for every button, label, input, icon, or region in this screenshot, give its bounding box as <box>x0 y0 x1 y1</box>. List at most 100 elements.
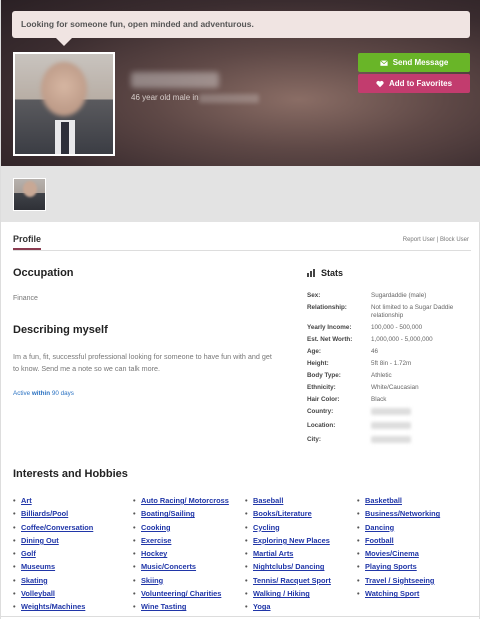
stat-value: Not limited to a Sugar Daddie relationsh… <box>371 304 454 319</box>
tagline-text: Looking for someone fun, open minded and… <box>21 19 254 29</box>
stat-label: Body Type: <box>307 372 341 379</box>
interests-column: BasketballBusiness/NetworkingDancingFoot… <box>357 494 472 600</box>
photo-tie <box>61 122 69 154</box>
interest-link[interactable]: Movies/Cinema <box>357 547 472 560</box>
blurred-location <box>199 94 259 103</box>
tab-divider <box>13 250 471 251</box>
activity-bold: within <box>31 390 51 397</box>
stat-value <box>371 408 411 418</box>
interests-column: Auto Racing/ MotorcrossBoating/SailingCo… <box>133 494 248 614</box>
blurred-username <box>131 72 219 88</box>
activity-suffix: 90 days <box>51 390 74 397</box>
describing-text: Im a fun, fit, successful professional l… <box>13 352 272 373</box>
interest-link[interactable]: Weights/Machines <box>13 600 128 613</box>
stat-value <box>371 436 411 446</box>
interest-link[interactable]: Museums <box>13 560 128 573</box>
block-user-link[interactable]: Block User <box>440 237 469 243</box>
interest-link[interactable]: Coffee/Conversation <box>13 521 128 534</box>
stat-value: 46 <box>371 348 379 355</box>
photo-thumbnail[interactable] <box>13 178 46 211</box>
interest-link[interactable]: Hockey <box>133 547 248 560</box>
interest-link[interactable]: Boating/Sailing <box>133 507 248 520</box>
stat-value: Sugardaddie (male) <box>371 292 427 299</box>
report-links: Report User | Block User <box>403 237 469 243</box>
interest-link[interactable]: Exploring New Places <box>245 534 360 547</box>
report-user-link[interactable]: Report User <box>403 237 435 243</box>
stat-value: Athletic <box>371 372 392 379</box>
interest-link[interactable]: Watching Sport <box>357 587 472 600</box>
interest-link[interactable]: Auto Racing/ Motorcross <box>133 494 248 507</box>
profile-photo[interactable] <box>13 52 115 156</box>
activity-prefix: Active <box>13 390 31 397</box>
interest-link[interactable]: Tennis/ Racquet Sport <box>245 574 360 587</box>
occupation-heading: Occupation <box>13 267 74 279</box>
stat-row: Age: 46 <box>307 348 473 356</box>
add-to-favorites-button[interactable]: Add to Favorites <box>358 74 470 93</box>
interest-link[interactable]: Playing Sports <box>357 560 472 573</box>
envelope-icon <box>379 59 388 66</box>
stat-label: Ethnicity: <box>307 384 336 391</box>
stat-row: Relationship: Not limited to a Sugar Dadd… <box>307 304 473 320</box>
interest-link[interactable]: Baseball <box>245 494 360 507</box>
interest-link[interactable]: Football <box>357 534 472 547</box>
stat-row: Country: <box>307 408 473 418</box>
interest-link[interactable]: Basketball <box>357 494 472 507</box>
stat-row: Body Type: Athletic <box>307 372 473 380</box>
interests-column: BaseballBooks/LiteratureCyclingExploring… <box>245 494 360 614</box>
blurred-value <box>371 436 411 443</box>
stat-value: Black <box>371 396 387 403</box>
interest-link[interactable]: Yoga <box>245 600 360 613</box>
profile-header: Looking for someone fun, open minded and… <box>1 0 480 166</box>
stat-row: Sex: Sugardaddie (male) <box>307 292 473 300</box>
interest-link[interactable]: Art <box>13 494 128 507</box>
send-message-button[interactable]: Send Message <box>358 53 470 72</box>
interest-link[interactable]: Wine Tasting <box>133 600 248 613</box>
bar-chart-icon <box>307 269 315 277</box>
stat-value <box>371 422 411 432</box>
blurred-thumb-face <box>23 181 37 197</box>
tagline-bubble-tail <box>56 38 72 46</box>
interest-link[interactable]: Volunteering/ Charities <box>133 587 248 600</box>
interest-link[interactable]: Cycling <box>245 521 360 534</box>
stat-value: White/Caucasian <box>371 384 419 391</box>
profile-page: Looking for someone fun, open minded and… <box>0 0 480 619</box>
stat-row: Yearly Income: 100,000 - 500,000 <box>307 324 473 332</box>
stats-heading: Stats <box>307 268 343 278</box>
blurred-value <box>371 408 411 415</box>
interests-column: ArtBilliards/PoolCoffee/ConversationDini… <box>13 494 128 614</box>
interest-link[interactable]: Martial Arts <box>245 547 360 560</box>
stat-row: Ethnicity: White/Caucasian <box>307 384 473 392</box>
interest-link[interactable]: Dining Out <box>13 534 128 547</box>
tab-profile[interactable]: Profile <box>13 234 41 244</box>
occupation-value: Finance <box>13 295 38 302</box>
interest-link[interactable]: Exercise <box>133 534 248 547</box>
interest-link[interactable]: Travel / Sightseeing <box>357 574 472 587</box>
stat-label: Relationship: <box>307 304 347 311</box>
stat-value: 5ft 8in - 1.72m <box>371 360 412 367</box>
stats-heading-label: Stats <box>321 268 344 278</box>
interest-link[interactable]: Golf <box>13 547 128 560</box>
photo-thumbnail-strip <box>1 166 480 222</box>
interest-link[interactable]: Dancing <box>357 521 472 534</box>
interest-link[interactable]: Volleyball <box>13 587 128 600</box>
stat-label: Est. Net Worth: <box>307 336 353 343</box>
stat-label: Height: <box>307 360 329 367</box>
interest-link[interactable]: Nightclubs/ Dancing <box>245 560 360 573</box>
stat-row: Height: 5ft 8in - 1.72m <box>307 360 473 368</box>
interest-link[interactable]: Skating <box>13 574 128 587</box>
stat-label: Yearly Income: <box>307 324 352 331</box>
heart-icon <box>376 80 384 87</box>
interest-link[interactable]: Billiards/Pool <box>13 507 128 520</box>
blurred-value <box>371 422 411 429</box>
stat-value: 1,000,000 - 5,000,000 <box>371 336 433 343</box>
stat-row: Est. Net Worth: 1,000,000 - 5,000,000 <box>307 336 473 344</box>
interest-link[interactable]: Cooking <box>133 521 248 534</box>
interest-link[interactable]: Music/Concerts <box>133 560 248 573</box>
stat-label: Hair Color: <box>307 396 340 403</box>
stats-table: Sex: Sugardaddie (male) Relationship: Not l… <box>307 292 473 450</box>
interest-link[interactable]: Business/Networking <box>357 507 472 520</box>
stat-row: City: <box>307 436 473 446</box>
interest-link[interactable]: Walking / Hiking <box>245 587 360 600</box>
interest-link[interactable]: Books/Literature <box>245 507 360 520</box>
interest-link[interactable]: Skiing <box>133 574 248 587</box>
